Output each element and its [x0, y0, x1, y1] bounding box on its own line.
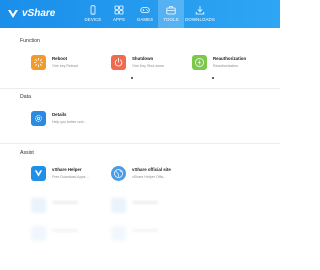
placeholder-tile-text	[52, 201, 78, 204]
main-nav: DEVICE APPS GAMES TOOLS DOWNLOADS	[80, 0, 216, 28]
section-divider	[0, 143, 280, 144]
top-bar: vShare DEVICE APPS GAMES TOOLS DOWNLOADS	[0, 0, 280, 28]
shutdown-tile[interactable]: Shutdown One Key Shut down	[111, 55, 191, 81]
games-icon	[140, 7, 150, 13]
section-divider	[0, 88, 280, 89]
placeholder-tile-icon	[31, 198, 46, 213]
section-title-function: Function	[20, 38, 40, 44]
globe-icon	[111, 166, 126, 181]
tools-icon	[166, 6, 176, 15]
tile-title: Reauthorization	[213, 56, 247, 61]
placeholder-tile-icon	[111, 198, 126, 213]
tab-downloads[interactable]: DOWNLOADS	[184, 0, 216, 28]
details-tile[interactable]: Details Help you better und...	[31, 111, 111, 137]
app-logo[interactable]: vShare	[7, 7, 55, 21]
placeholder-tile-text	[52, 229, 78, 232]
reauthorization-tile[interactable]: Reauthorization Reauthorization	[192, 55, 272, 81]
tile-subtitle: One key Reboot	[52, 64, 78, 68]
vshare-helper-icon	[31, 166, 46, 181]
power-icon	[111, 55, 126, 70]
placeholder-tile-text	[132, 229, 158, 232]
tab-label: GAMES	[136, 17, 154, 22]
tile-title: Shutdown	[132, 56, 154, 61]
tab-apps[interactable]: APPS	[106, 0, 132, 28]
device-icon	[90, 5, 96, 15]
tile-subtitle: Reauthorization	[213, 64, 239, 68]
tile-title: vShare official site	[132, 167, 171, 172]
app-name: vShare	[22, 8, 56, 19]
reboot-icon	[31, 55, 46, 70]
vshare-helper-tile[interactable]: vShare Helper Free Download Apps ...	[31, 166, 111, 192]
tab-device[interactable]: DEVICE	[80, 0, 106, 28]
tab-label: DEVICE	[84, 17, 102, 22]
apps-icon	[114, 5, 124, 15]
tile-title: Details	[52, 112, 67, 117]
status-dot	[131, 77, 133, 79]
gear-icon	[31, 111, 46, 126]
tile-subtitle: Free Download Apps ...	[52, 175, 90, 179]
tile-subtitle: vShare Helper Offic...	[132, 175, 167, 179]
vshare-official-site-tile[interactable]: vShare official site vShare Helper Offic…	[111, 166, 191, 192]
tab-label: DOWNLOADS	[185, 17, 215, 22]
status-dot	[212, 77, 214, 79]
reboot-tile[interactable]: Reboot One key Reboot	[31, 55, 111, 81]
tile-subtitle: One Key Shut down	[132, 64, 164, 68]
tab-label: TOOLS	[163, 17, 179, 22]
placeholder-tile-text	[132, 201, 158, 204]
bolt-icon	[192, 55, 207, 70]
tab-tools[interactable]: TOOLS	[158, 0, 184, 28]
section-title-assist: Assist	[20, 150, 34, 156]
tile-subtitle: Help you better und...	[52, 120, 87, 124]
tab-games[interactable]: GAMES	[132, 0, 158, 28]
placeholder-tile-icon	[31, 226, 46, 241]
tab-label: APPS	[112, 17, 126, 22]
section-title-data: Data	[20, 94, 31, 100]
downloads-icon	[195, 6, 205, 15]
placeholder-tile-icon	[111, 226, 126, 241]
tile-title: Reboot	[52, 56, 68, 61]
vshare-logo-icon	[8, 10, 18, 18]
tile-title: vShare Helper	[52, 167, 82, 172]
